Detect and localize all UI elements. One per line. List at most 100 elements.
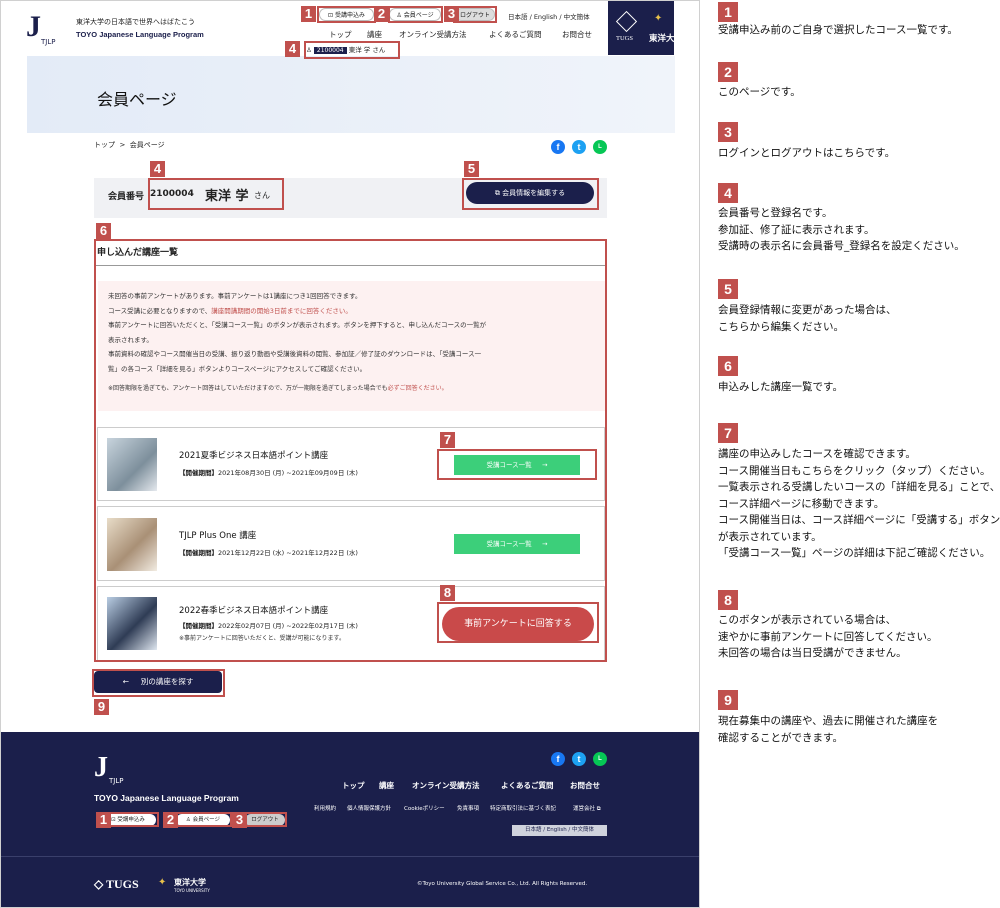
footer-univ-label: 東洋大学 bbox=[174, 878, 206, 887]
facebook-icon[interactable]: f bbox=[551, 752, 565, 766]
nav-top[interactable]: トップ bbox=[329, 29, 352, 40]
annotation-num-5: 5 bbox=[718, 279, 738, 299]
annotation-text-5: 会員登録情報に変更があった場合は、 こちらから編集ください。 bbox=[718, 302, 897, 335]
annotation-line: 速やかに事前アンケートに回答してください。 bbox=[718, 630, 938, 643]
footer-univ-en: TOYO UNIVERSITY bbox=[174, 888, 210, 893]
marker-2: 2 bbox=[374, 6, 389, 22]
footer-logo[interactable]: J bbox=[94, 754, 108, 782]
annotation-num-9: 9 bbox=[718, 690, 738, 710]
tugs-badge[interactable]: TUGS ✦ 東洋大学 bbox=[608, 1, 683, 55]
annotation-text-9: 現在募集中の講座や、過去に開催された講座を 確認することができます。 bbox=[718, 713, 938, 746]
annotation-line: 受講時の表示名に会員番号_登録名を設定ください。 bbox=[718, 240, 965, 252]
univ-emblem-icon: ✦ bbox=[654, 13, 663, 24]
footer-nav-top[interactable]: トップ bbox=[342, 780, 365, 791]
footer-link-terms[interactable]: 利用規約 bbox=[314, 804, 336, 812]
twitter-icon[interactable]: t bbox=[572, 752, 586, 766]
tugs-label: TUGS bbox=[616, 35, 633, 42]
annotation-line: 講座の申込みしたコースを確認できます。 bbox=[718, 448, 916, 460]
footer-tugs-logo[interactable]: ◇ TUGS bbox=[94, 877, 139, 892]
annotation-line: こちらから編集ください。 bbox=[718, 320, 844, 333]
marker-4-header: 4 bbox=[285, 41, 300, 57]
marker-box-3 bbox=[453, 6, 497, 23]
annotation-text-4: 会員番号と登録名です。 参加証、修了証に表示されます。 受講時の表示名に会員番号… bbox=[718, 205, 965, 255]
line-icon[interactable]: L bbox=[593, 140, 607, 154]
annotation-line: コース開催当日は、コース詳細ページに「受講する」ボタン bbox=[718, 514, 1000, 526]
annotation-line: コース開催当日もこちらをクリック（タップ）ください。 bbox=[718, 464, 991, 477]
footer-lang-links[interactable]: 日本語 / English / 中文簡体 bbox=[512, 825, 607, 836]
annotation-num-1: 1 bbox=[718, 2, 738, 22]
marker-box-7 bbox=[437, 449, 597, 480]
header-lang-links[interactable]: 日本語 / English / 中文簡体 bbox=[508, 11, 590, 21]
annotation-text-2: このページです。 bbox=[718, 84, 801, 101]
footer-link-privacy[interactable]: 個人情報保護方針 bbox=[347, 804, 391, 812]
annotation-line: 「受講コース一覧」ページの詳細は下記ご確認ください。 bbox=[718, 547, 991, 559]
marker-1: 1 bbox=[301, 6, 316, 22]
tjlp-logo[interactable]: J bbox=[26, 12, 41, 42]
annotation-line: 現在募集中の講座や、過去に開催された講座を bbox=[718, 715, 939, 727]
footer-nav-contact[interactable]: お問合せ bbox=[570, 780, 600, 791]
marker-box-9 bbox=[92, 669, 225, 697]
annotation-num-6: 6 bbox=[718, 356, 738, 376]
footer-divider bbox=[1, 856, 699, 857]
marker-box-1 bbox=[317, 6, 376, 23]
marker-box-5 bbox=[462, 178, 599, 210]
twitter-icon[interactable]: t bbox=[572, 140, 586, 154]
tagline-jp: 東洋大学の日本語で世界へはばたこう bbox=[76, 18, 195, 26]
annotation-text-8: このボタンが表示されている場合は、 速やかに事前アンケートに回答してください。 … bbox=[718, 612, 937, 662]
nav-online[interactable]: オンライン受講方法 bbox=[399, 29, 467, 40]
marker-3: 3 bbox=[444, 6, 459, 22]
nav-courses[interactable]: 講座 bbox=[367, 29, 382, 40]
annotation-line: 申込みした講座一覧です。 bbox=[718, 381, 843, 393]
annotation-text-3: ログインとログアウトはこちらです。 bbox=[718, 145, 895, 162]
marker-4: 4 bbox=[150, 161, 165, 177]
annotation-line: このページです。 bbox=[718, 86, 801, 98]
footer-nav-faq[interactable]: よくあるご質問 bbox=[501, 780, 554, 791]
marker-1-footer: 1 bbox=[96, 812, 111, 828]
annotation-line: 受講申込み前のご自身で選択したコース一覧です。 bbox=[718, 24, 958, 36]
univ-emblem-icon: ✦ bbox=[158, 877, 167, 888]
footer-company-label: 運営会社 bbox=[573, 806, 596, 812]
annotation-num-2: 2 bbox=[718, 62, 738, 82]
page-title: 会員ページ bbox=[97, 90, 177, 109]
marker-7: 7 bbox=[440, 432, 455, 448]
marker-9: 9 bbox=[94, 699, 109, 715]
footer-link-disclaimer[interactable]: 免責事項 bbox=[457, 804, 479, 812]
nav-contact[interactable]: お問合せ bbox=[562, 29, 592, 40]
footer-link-company[interactable]: 運営会社 ⧉ bbox=[573, 804, 601, 813]
marker-8: 8 bbox=[440, 585, 455, 601]
footer-nav-courses[interactable]: 講座 bbox=[379, 780, 394, 791]
annotation-line: 一覧表示される受講したいコースの「詳細を見る」ことで、 bbox=[718, 481, 1000, 493]
annotation-num-4: 4 bbox=[718, 183, 738, 203]
annotation-text-1: 受講申込み前のご自身で選択したコース一覧です。 bbox=[718, 22, 958, 39]
marker-box-4 bbox=[148, 178, 284, 210]
screenshot-frame: J TJLP 東洋大学の日本語で世界へはばたこう TOYO Japanese L… bbox=[0, 0, 700, 908]
footer-nav-online[interactable]: オンライン受講方法 bbox=[412, 780, 480, 791]
footer-logo-sub: TJLP bbox=[109, 777, 124, 785]
marker-box-8 bbox=[437, 602, 599, 643]
page-banner: 会員ページ bbox=[27, 56, 675, 133]
breadcrumb-top[interactable]: トップ bbox=[94, 141, 115, 149]
annotation-num-7: 7 bbox=[718, 423, 738, 443]
annotation-num-3: 3 bbox=[718, 122, 738, 142]
breadcrumb-sep: > bbox=[119, 141, 126, 149]
annotation-text-7: 講座の申込みしたコースを確認できます。 コース開催当日もこちらをクリック（タップ… bbox=[718, 446, 1000, 562]
footer-link-cookie[interactable]: Cookieポリシー bbox=[404, 804, 445, 812]
copyright: ©Toyo University Global Service Co., Ltd… bbox=[417, 881, 588, 887]
marker-6: 6 bbox=[96, 223, 111, 239]
tagline-en: TOYO Japanese Language Program bbox=[76, 30, 204, 39]
nav-faq[interactable]: よくあるご質問 bbox=[489, 29, 542, 40]
footer-link-commerce[interactable]: 特定商取引法に基づく表記 bbox=[490, 804, 556, 812]
member-number-label: 会員番号 bbox=[108, 192, 145, 202]
marker-box-4-header bbox=[304, 41, 400, 59]
annotation-line: 確認することができます。 bbox=[718, 731, 843, 744]
annotation-line: が表示されています。 bbox=[718, 530, 822, 543]
tugs-diamond-icon: ◇ bbox=[94, 877, 107, 891]
annotation-num-8: 8 bbox=[718, 590, 738, 610]
marker-5: 5 bbox=[464, 161, 479, 177]
facebook-icon[interactable]: f bbox=[551, 140, 565, 154]
breadcrumb: トップ > 会員ページ bbox=[94, 140, 165, 150]
line-icon[interactable]: L bbox=[593, 752, 607, 766]
univ-label: 東洋大学 bbox=[649, 34, 684, 44]
footer-program-name: TOYO Japanese Language Program bbox=[94, 793, 239, 803]
external-link-icon: ⧉ bbox=[595, 806, 601, 812]
